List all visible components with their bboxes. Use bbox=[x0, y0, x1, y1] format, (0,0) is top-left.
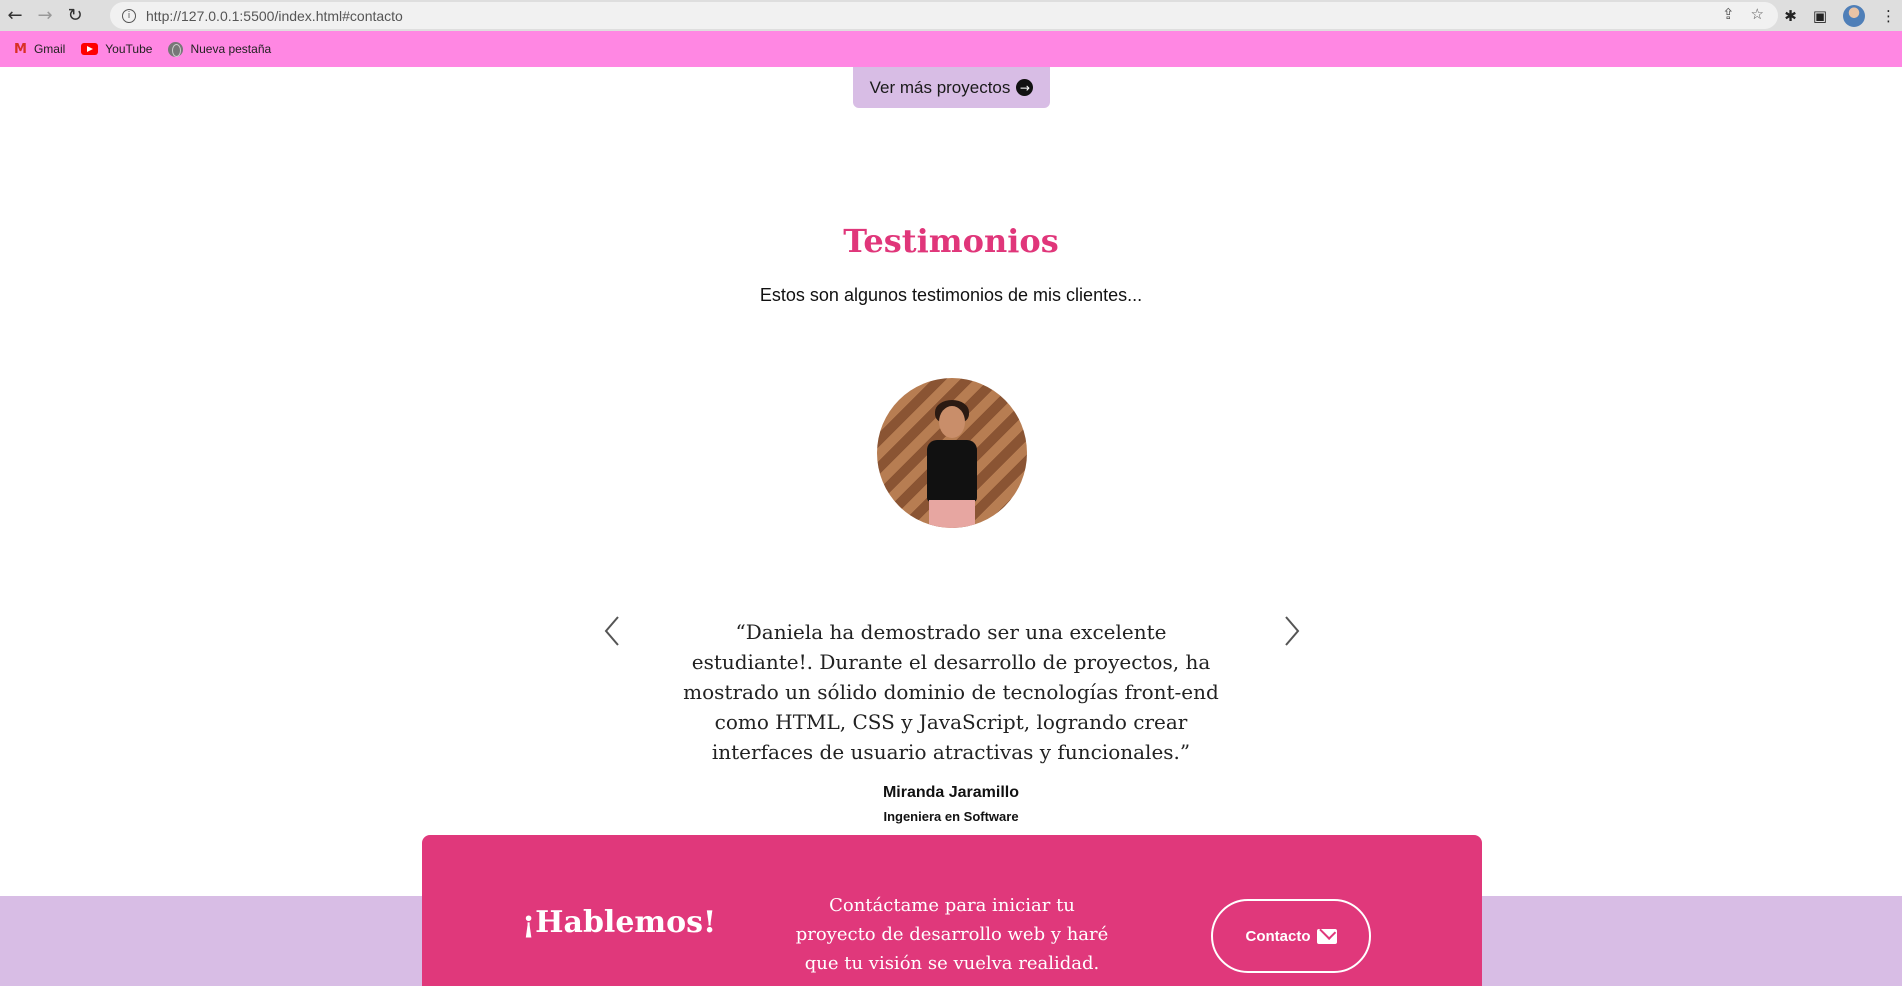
testimonial-author-role: Ingeniera en Software bbox=[883, 809, 1019, 824]
bookmark-label: Gmail bbox=[33, 42, 66, 56]
testimonials-subtitle: Estos son algunos testimonios de mis cli… bbox=[759, 285, 1143, 305]
share-icon[interactable]: ⇪ bbox=[1722, 5, 1735, 23]
contact-button[interactable]: Contacto bbox=[1211, 899, 1371, 973]
bookmark-gmail[interactable]: M Gmail bbox=[14, 42, 65, 57]
browser-toolbar: ← → ↻ i http://127.0.0.1:5500/index.html… bbox=[0, 0, 1902, 31]
mail-check-icon bbox=[1316, 928, 1337, 944]
carousel-next-icon[interactable] bbox=[1280, 611, 1304, 651]
more-projects-button[interactable]: Ver más proyectos → bbox=[853, 67, 1050, 108]
globe-icon bbox=[168, 41, 184, 57]
testimonial-avatar bbox=[877, 378, 1027, 528]
url-text[interactable]: http://127.0.0.1:5500/index.html#contact… bbox=[146, 8, 403, 24]
bookmark-label: YouTube bbox=[105, 42, 153, 56]
bookmark-star-icon[interactable]: ☆ bbox=[1751, 5, 1764, 23]
reload-icon[interactable]: ↻ bbox=[60, 0, 90, 31]
side-panel-icon[interactable]: ▣ bbox=[1813, 7, 1827, 25]
youtube-icon bbox=[81, 43, 99, 55]
testimonial-quote: “Daniela ha demostrado ser una excelente… bbox=[683, 620, 1219, 764]
forward-icon[interactable]: → bbox=[30, 0, 60, 31]
carousel-prev-icon[interactable] bbox=[600, 611, 624, 651]
menu-icon[interactable]: ⋮ bbox=[1881, 7, 1896, 25]
bookmarks-bar: M Gmail YouTube Nueva pestaña bbox=[0, 31, 1902, 67]
bookmark-label: Nueva pestaña bbox=[190, 42, 272, 56]
profile-avatar[interactable] bbox=[1843, 4, 1865, 27]
testimonials-title: Testimonios bbox=[843, 222, 1059, 260]
bookmark-youtube[interactable]: YouTube bbox=[81, 42, 152, 56]
more-projects-label: Ver más proyectos bbox=[869, 77, 1011, 97]
gmail-icon: M bbox=[14, 41, 27, 57]
back-icon[interactable]: ← bbox=[0, 0, 30, 31]
extensions-icon[interactable]: ✱ bbox=[1784, 7, 1797, 25]
contact-text: Contáctame para iniciar tu proyecto de d… bbox=[795, 895, 1109, 974]
contact-button-label: Contacto bbox=[1245, 927, 1311, 945]
arrow-right-circle-icon: → bbox=[1016, 79, 1034, 96]
contact-title: ¡Hablemos! bbox=[522, 905, 717, 940]
bookmark-new-tab[interactable]: Nueva pestaña bbox=[168, 41, 272, 57]
site-info-icon[interactable]: i bbox=[122, 8, 136, 23]
address-bar[interactable]: i http://127.0.0.1:5500/index.html#conta… bbox=[110, 2, 1778, 29]
page-content: Ver más proyectos → Testimonios Estos so… bbox=[0, 67, 1902, 986]
testimonial-author-name: Miranda Jaramillo bbox=[882, 784, 1020, 801]
contact-card: ¡Hablemos! Contáctame para iniciar tu pr… bbox=[422, 835, 1482, 986]
